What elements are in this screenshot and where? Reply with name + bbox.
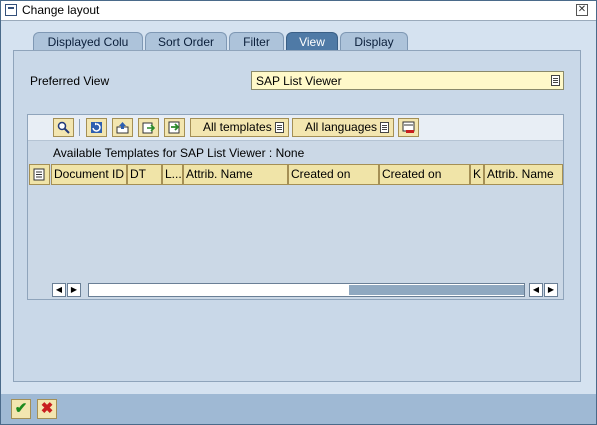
dialog-footer: ✔ ✖ bbox=[1, 394, 596, 424]
all-templates-label: All templates bbox=[203, 120, 272, 134]
window-title: Change layout bbox=[22, 3, 100, 17]
preferred-view-label: Preferred View bbox=[30, 74, 110, 88]
tab-sort-order[interactable]: Sort Order bbox=[145, 32, 227, 51]
column-header-language[interactable]: L... bbox=[162, 164, 183, 185]
scroll-left-icon[interactable]: ▶ bbox=[67, 283, 81, 297]
download-icon bbox=[142, 122, 155, 134]
refresh-icon bbox=[91, 122, 102, 133]
preferred-view-value: SAP List Viewer bbox=[256, 74, 342, 88]
column-header-created-on-2[interactable]: Created on bbox=[379, 164, 470, 185]
title-bar: Change layout ✕ bbox=[1, 1, 596, 21]
scroll-last-icon[interactable]: ▶ bbox=[544, 283, 558, 297]
column-header-dt[interactable]: DT bbox=[127, 164, 162, 185]
download-button[interactable] bbox=[138, 118, 159, 137]
all-languages-label: All languages bbox=[305, 120, 378, 134]
column-header-row: Document ID DT L... Attrib. Name Created… bbox=[28, 164, 563, 185]
preferred-view-select[interactable]: SAP List Viewer bbox=[251, 71, 564, 90]
scroll-thumb[interactable] bbox=[349, 285, 524, 295]
column-header-attrib-name[interactable]: Attrib. Name bbox=[183, 164, 288, 185]
select-all-icon bbox=[33, 168, 45, 181]
toolbar-separator bbox=[79, 119, 80, 136]
tab-displayed-columns[interactable]: Displayed Colu bbox=[33, 32, 143, 51]
tab-filter[interactable]: Filter bbox=[229, 32, 284, 51]
tab-view[interactable]: View bbox=[286, 32, 338, 51]
delete-icon bbox=[402, 121, 415, 133]
checkmark-icon: ✔ bbox=[14, 400, 28, 417]
ok-button[interactable]: ✔ bbox=[11, 399, 31, 419]
refresh-button[interactable] bbox=[86, 118, 107, 137]
dialog-window: Change layout ✕ Displayed Colu Sort Orde… bbox=[0, 0, 597, 425]
all-templates-dropdown[interactable]: All templates bbox=[190, 118, 289, 137]
upload-icon bbox=[116, 122, 129, 134]
details-button[interactable] bbox=[53, 118, 74, 137]
dropdown-icon bbox=[380, 122, 389, 133]
select-all-button[interactable] bbox=[29, 164, 50, 185]
scroll-first-icon[interactable]: ◀ bbox=[52, 283, 66, 297]
cancel-x-icon: ✖ bbox=[40, 400, 54, 417]
scroll-track[interactable] bbox=[88, 283, 525, 297]
all-languages-dropdown[interactable]: All languages bbox=[292, 118, 394, 137]
export-button[interactable] bbox=[164, 118, 185, 137]
templates-info: Available Templates for SAP List Viewer … bbox=[53, 146, 305, 160]
column-header-k[interactable]: K bbox=[470, 164, 484, 185]
tab-display[interactable]: Display bbox=[340, 32, 408, 51]
cancel-button[interactable]: ✖ bbox=[37, 399, 57, 419]
horizontal-scrollbar[interactable]: ◀ ▶ ◀ ▶ bbox=[52, 283, 562, 298]
column-header-document-id[interactable]: Document ID bbox=[51, 164, 127, 185]
delete-button[interactable] bbox=[398, 118, 419, 137]
upload-button[interactable] bbox=[112, 118, 133, 137]
alv-toolbar: All templates All languages bbox=[28, 115, 563, 141]
column-header-attrib-name-2[interactable]: Attrib. Name bbox=[484, 164, 563, 185]
value-help-icon[interactable] bbox=[551, 75, 560, 86]
dropdown-icon bbox=[275, 122, 284, 133]
close-icon[interactable]: ✕ bbox=[576, 4, 588, 16]
column-header-created-on[interactable]: Created on bbox=[288, 164, 379, 185]
template-list: All templates All languages Available Te… bbox=[27, 114, 564, 300]
details-icon bbox=[57, 121, 70, 134]
scroll-right-icon[interactable]: ◀ bbox=[529, 283, 543, 297]
window-icon bbox=[5, 4, 17, 16]
export-icon bbox=[168, 121, 180, 134]
